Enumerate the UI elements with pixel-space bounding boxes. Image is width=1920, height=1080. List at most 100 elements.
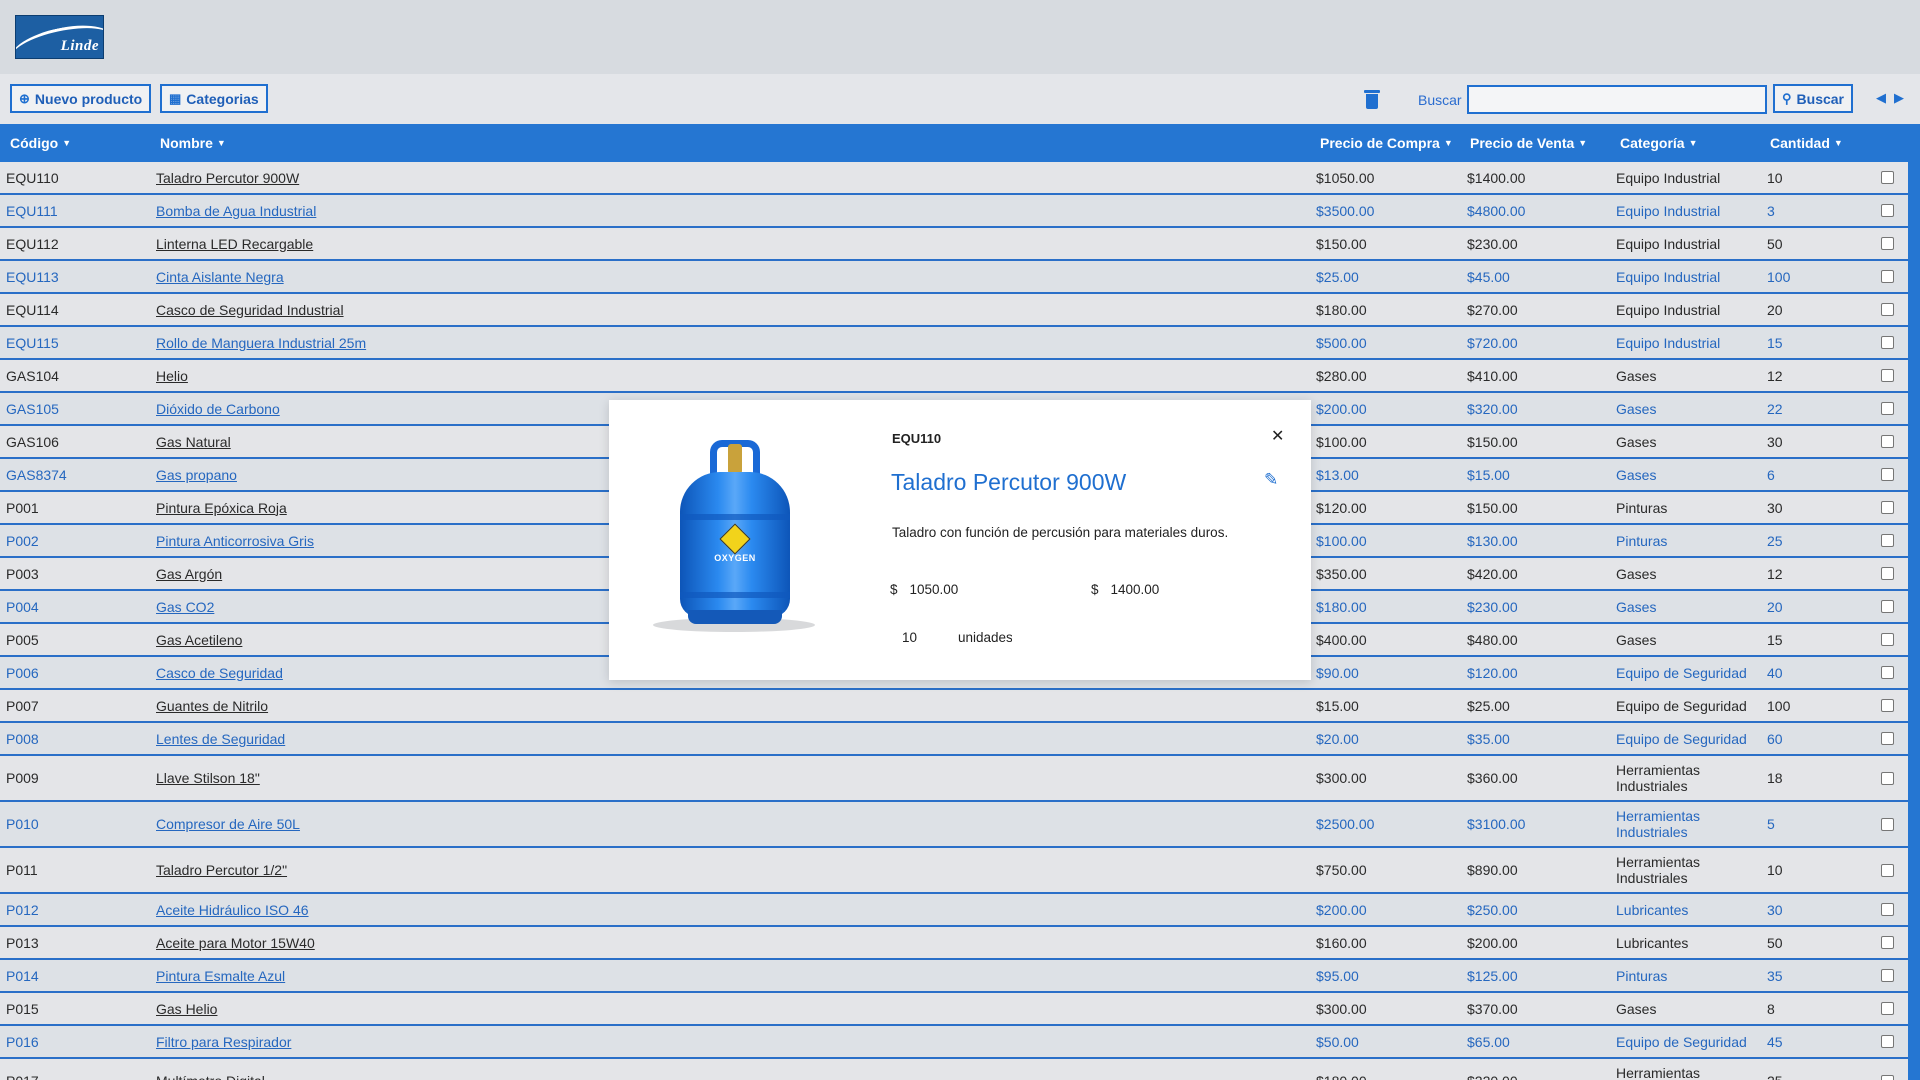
column-header-name[interactable]: Nombre ▼ [160, 124, 226, 162]
table-row[interactable]: EQU114 Casco de Seguridad Industrial $180.… [0, 294, 1908, 327]
table-row[interactable]: EQU113 Cinta Aislante Negra $25.00 $45.00 Eq… [0, 261, 1908, 294]
cell-code[interactable]: P009 [6, 756, 39, 800]
row-checkbox[interactable] [1881, 633, 1894, 646]
cell-code[interactable]: P015 [6, 993, 39, 1024]
table-row[interactable]: EQU111 Bomba de Agua Industrial $3500.00 $4… [0, 195, 1908, 228]
linde-logo[interactable]: Linde [15, 15, 104, 59]
cell-code[interactable]: EQU110 [6, 162, 59, 193]
cell-code[interactable]: P013 [6, 927, 39, 958]
cell-name-link[interactable]: Aceite para Motor 15W40 [156, 927, 315, 958]
cell-name-link[interactable]: Gas propano [156, 459, 237, 490]
cell-name-link[interactable]: Cinta Aislante Negra [156, 261, 284, 292]
table-row[interactable]: P017 Multímetro Digital $180.00 $220.00 Herr… [0, 1059, 1908, 1080]
row-checkbox[interactable] [1881, 936, 1894, 949]
cell-name-link[interactable]: Casco de Seguridad [156, 657, 283, 688]
search-button[interactable]: ⚲ Buscar [1773, 84, 1853, 113]
table-row[interactable]: P016 Filtro para Respirador $50.00 $65.00 Eq… [0, 1026, 1908, 1059]
cell-code[interactable]: EQU111 [6, 195, 58, 226]
vertical-scrollbar[interactable] [1908, 124, 1920, 1080]
row-checkbox[interactable] [1881, 771, 1894, 785]
cell-name-link[interactable]: Gas Helio [156, 993, 217, 1024]
cell-code[interactable]: EQU114 [6, 294, 59, 325]
cell-code[interactable]: P011 [6, 848, 38, 892]
cell-code[interactable]: GAS106 [6, 426, 59, 457]
column-header-buy-price[interactable]: Precio de Compra ▼ [1320, 124, 1453, 162]
cell-name-link[interactable]: Llave Stilson 18" [156, 756, 260, 800]
cell-name-link[interactable]: Multímetro Digital [156, 1059, 265, 1080]
cell-name-link[interactable]: Gas CO2 [156, 591, 214, 622]
row-checkbox[interactable] [1881, 171, 1894, 184]
table-row[interactable]: GAS104 Helio $280.00 $410.00 Gases 12 [0, 360, 1908, 393]
cell-name-link[interactable]: Taladro Percutor 900W [156, 162, 299, 193]
row-checkbox[interactable] [1881, 534, 1894, 547]
row-checkbox[interactable] [1881, 732, 1894, 745]
cell-name-link[interactable]: Pintura Epóxica Roja [156, 492, 287, 523]
cell-name-link[interactable]: Aceite Hidráulico ISO 46 [156, 894, 309, 925]
cell-code[interactable]: P001 [6, 492, 39, 523]
row-checkbox[interactable] [1881, 435, 1894, 448]
row-checkbox[interactable] [1881, 1035, 1894, 1048]
trash-icon[interactable] [1363, 90, 1381, 110]
cell-code[interactable]: P014 [6, 960, 39, 991]
pencil-icon[interactable]: ✎ [1264, 470, 1278, 490]
cell-code[interactable]: EQU115 [6, 327, 59, 358]
cell-name-link[interactable]: Casco de Seguridad Industrial [156, 294, 344, 325]
row-checkbox[interactable] [1881, 817, 1894, 831]
cell-name-link[interactable]: Gas Acetileno [156, 624, 242, 655]
table-row[interactable]: P014 Pintura Esmalte Azul $95.00 $125.00 Pin… [0, 960, 1908, 993]
cell-name-link[interactable]: Taladro Percutor 1/2" [156, 848, 287, 892]
table-row[interactable]: P010 Compresor de Aire 50L $2500.00 $3100.0… [0, 802, 1908, 848]
row-checkbox[interactable] [1881, 336, 1894, 349]
cell-name-link[interactable]: Filtro para Respirador [156, 1026, 291, 1057]
row-checkbox[interactable] [1881, 369, 1894, 382]
column-header-sell-price[interactable]: Precio de Venta ▼ [1470, 124, 1587, 162]
cell-name-link[interactable]: Rollo de Manguera Industrial 25m [156, 327, 366, 358]
cell-code[interactable]: P010 [6, 802, 39, 846]
cell-code[interactable]: P012 [6, 894, 39, 925]
triangle-right-icon[interactable]: ▶ [1894, 90, 1904, 106]
row-checkbox[interactable] [1881, 666, 1894, 679]
row-checkbox[interactable] [1881, 969, 1894, 982]
table-row[interactable]: P007 Guantes de Nitrilo $15.00 $25.00 Equipo… [0, 690, 1908, 723]
cell-code[interactable]: P007 [6, 690, 39, 721]
table-row[interactable]: P011 Taladro Percutor 1/2" $750.00 $890.00 H… [0, 848, 1908, 894]
cell-code[interactable]: P017 [6, 1059, 39, 1080]
cell-name-link[interactable]: Compresor de Aire 50L [156, 802, 300, 846]
cell-code[interactable]: GAS8374 [6, 459, 67, 490]
row-checkbox[interactable] [1881, 567, 1894, 580]
row-checkbox[interactable] [1881, 1074, 1894, 1080]
cell-code[interactable]: P004 [6, 591, 39, 622]
cell-name-link[interactable]: Linterna LED Recargable [156, 228, 313, 259]
row-checkbox[interactable] [1881, 699, 1894, 712]
cell-name-link[interactable]: Bomba de Agua Industrial [156, 195, 316, 226]
row-checkbox[interactable] [1881, 1002, 1894, 1015]
row-checkbox[interactable] [1881, 270, 1894, 283]
cell-code[interactable]: EQU113 [6, 261, 59, 292]
search-input[interactable] [1467, 85, 1767, 114]
table-row[interactable]: EQU110 Taladro Percutor 900W $1050.00 $1400… [0, 162, 1908, 195]
row-checkbox[interactable] [1881, 600, 1894, 613]
table-row[interactable]: EQU112 Linterna LED Recargable $150.00 $230… [0, 228, 1908, 261]
cell-code[interactable]: P016 [6, 1026, 39, 1057]
cell-name-link[interactable]: Gas Natural [156, 426, 231, 457]
row-checkbox[interactable] [1881, 468, 1894, 481]
cell-code[interactable]: P002 [6, 525, 39, 556]
row-checkbox[interactable] [1881, 237, 1894, 250]
table-row[interactable]: EQU115 Rollo de Manguera Industrial 25m $5… [0, 327, 1908, 360]
close-icon[interactable]: ✕ [1271, 426, 1284, 446]
row-checkbox[interactable] [1881, 402, 1894, 415]
column-header-code[interactable]: Código ▼ [10, 124, 71, 162]
column-header-quantity[interactable]: Cantidad ▼ [1770, 124, 1843, 162]
table-row[interactable]: P009 Llave Stilson 18" $300.00 $360.00 Herra… [0, 756, 1908, 802]
cell-name-link[interactable]: Helio [156, 360, 188, 391]
row-checkbox[interactable] [1881, 204, 1894, 217]
cell-name-link[interactable]: Pintura Anticorrosiva Gris [156, 525, 314, 556]
table-row[interactable]: P015 Gas Helio $300.00 $370.00 Gases 8 [0, 993, 1908, 1026]
cell-code[interactable]: P008 [6, 723, 39, 754]
table-row[interactable]: P013 Aceite para Motor 15W40 $160.00 $200.0… [0, 927, 1908, 960]
cell-code[interactable]: P005 [6, 624, 39, 655]
cell-name-link[interactable]: Pintura Esmalte Azul [156, 960, 285, 991]
row-checkbox[interactable] [1881, 501, 1894, 514]
categories-button[interactable]: ▦ Categorias [160, 84, 268, 113]
cell-code[interactable]: GAS104 [6, 360, 59, 391]
